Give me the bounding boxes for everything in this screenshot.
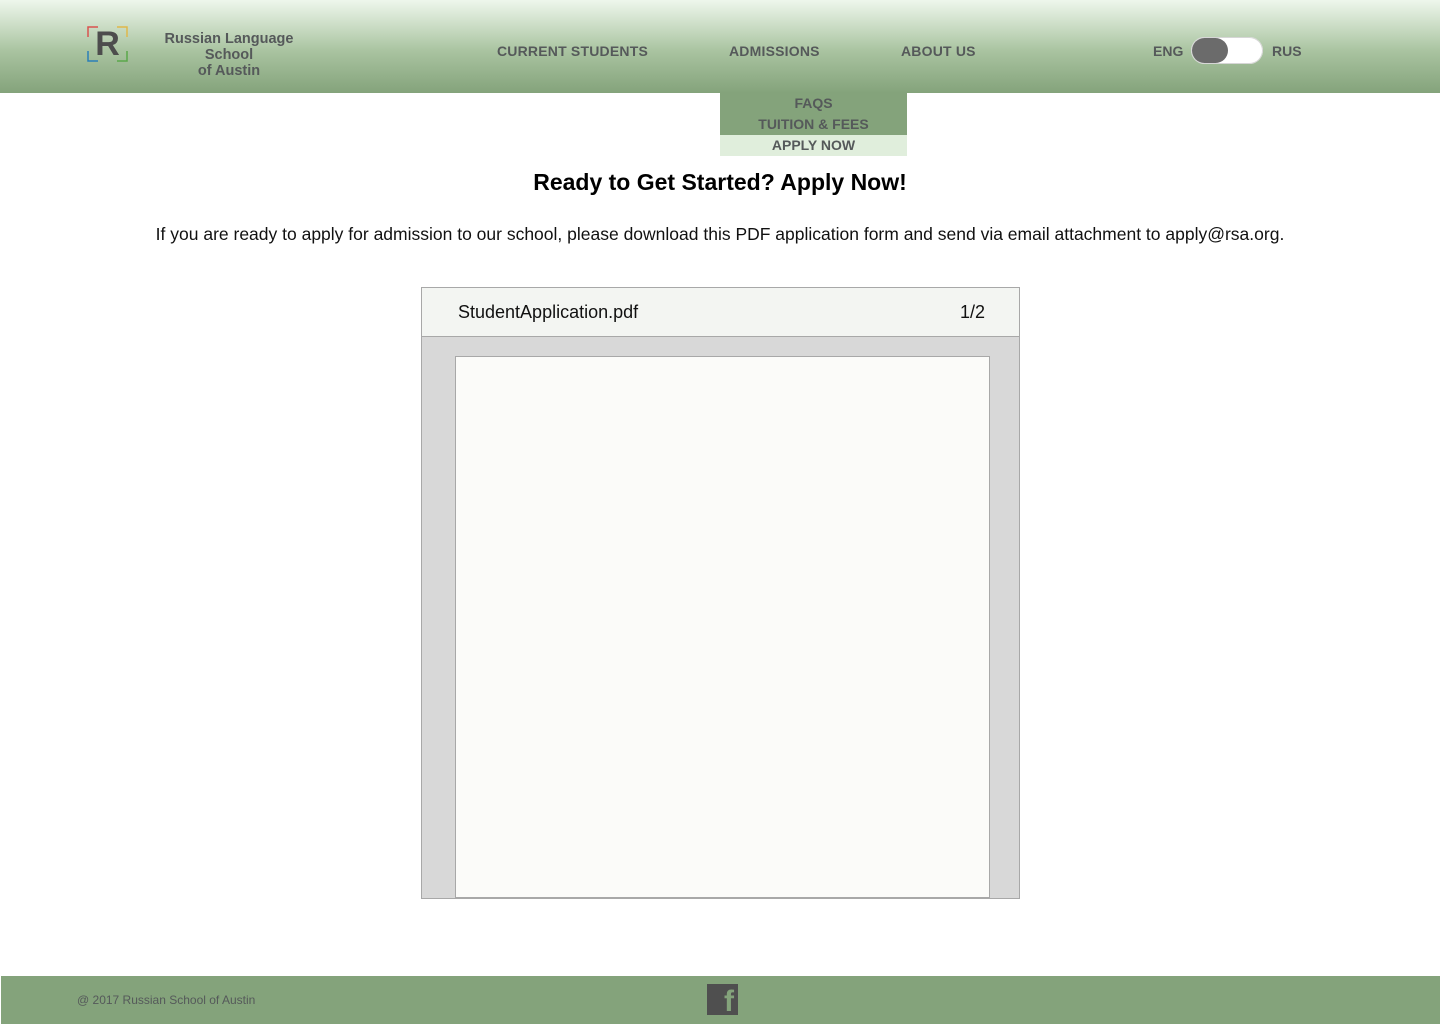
brand-name[interactable]: Russian Language School of Austin <box>140 31 318 79</box>
facebook-icon[interactable]: f <box>707 984 738 1015</box>
nav-current-students[interactable]: CURRENT STUDENTS <box>497 43 648 59</box>
nav-admissions[interactable]: ADMISSIONS <box>729 43 820 59</box>
language-eng-label: ENG <box>1153 43 1184 59</box>
pdf-page-preview[interactable] <box>455 356 990 898</box>
facebook-letter: f <box>724 985 734 1015</box>
nav-about-us[interactable]: ABOUT US <box>901 43 976 59</box>
page-title: Ready to Get Started? Apply Now! <box>533 169 907 195</box>
pdf-page-indicator: 1/2 <box>959 302 985 322</box>
site-header: R Russian Language School of Austin CURR… <box>0 0 1440 93</box>
dropdown-item-tuition-fees[interactable]: TUITION & FEES <box>720 114 907 135</box>
pdf-toolbar: StudentApplication.pdf 1/2 <box>422 288 1019 337</box>
toggle-knob <box>1192 38 1228 63</box>
dropdown-item-faqs[interactable]: FAQS <box>720 93 907 114</box>
logo-icon[interactable]: R <box>86 25 129 63</box>
site-footer: @ 2017 Russian School of Austin f <box>1 976 1440 1024</box>
pdf-viewer[interactable]: StudentApplication.pdf 1/2 <box>421 287 1020 899</box>
language-rus-label: RUS <box>1272 43 1302 59</box>
brand-name-line1: Russian Language School <box>164 31 294 63</box>
intro-text: If you are ready to apply for admission … <box>155 224 1285 244</box>
language-toggle[interactable] <box>1191 37 1263 64</box>
admissions-dropdown: FAQS TUITION & FEES APPLY NOW <box>720 93 907 156</box>
pdf-filename: StudentApplication.pdf <box>458 302 639 322</box>
dropdown-item-apply-now[interactable]: APPLY NOW <box>720 135 907 156</box>
copyright-text: @ 2017 Russian School of Austin <box>77 993 256 1007</box>
logo-letter: R <box>95 25 120 63</box>
brand-name-line2: of Austin <box>197 63 261 79</box>
